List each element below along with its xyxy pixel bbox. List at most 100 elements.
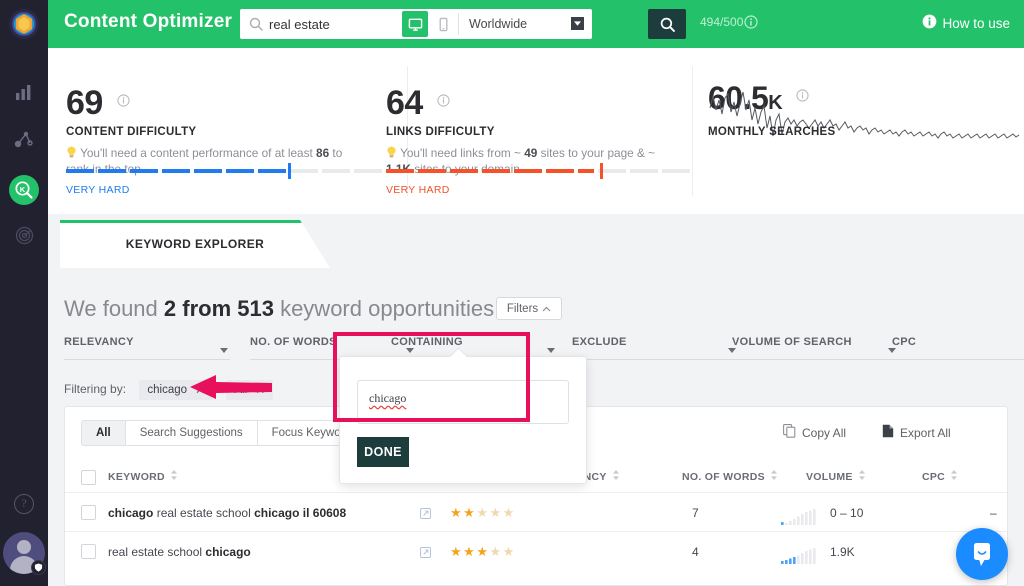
- sort-icon[interactable]: [950, 470, 958, 483]
- shield-icon: [31, 560, 46, 575]
- column-label: VOLUME: [806, 470, 853, 483]
- column-keyword[interactable]: KEYWORD: [108, 470, 178, 483]
- column-label: NO. OF WORDS: [682, 470, 765, 483]
- column-cpc[interactable]: CPC: [922, 470, 958, 483]
- filter-label: CONTAINING: [391, 336, 463, 348]
- desktop-icon[interactable]: [402, 11, 428, 37]
- tab-content-assistant[interactable]: Content Assistant: [578, 220, 846, 268]
- done-button[interactable]: DONE: [357, 437, 409, 467]
- search-button[interactable]: [648, 9, 686, 39]
- help-icon[interactable]: ?: [14, 494, 34, 514]
- select-all-checkbox[interactable]: [81, 470, 96, 485]
- file-export-icon: [882, 424, 894, 441]
- checkbox-icon[interactable]: [81, 505, 96, 520]
- column-label: KEYWORD: [108, 470, 165, 483]
- column-label: CPC: [922, 470, 946, 483]
- results-heading: We found 2 from 513 keyword opportunitie…: [64, 296, 494, 322]
- sidebar-item-keyword-tool[interactable]: K: [0, 166, 48, 214]
- filters-button[interactable]: Filters: [496, 297, 562, 320]
- info-icon[interactable]: [437, 78, 450, 107]
- info-icon[interactable]: [744, 15, 758, 29]
- search-icon: [660, 17, 675, 32]
- filters-label: Filters: [506, 302, 539, 315]
- row-words: 4: [692, 545, 699, 559]
- row-words: 7: [692, 506, 699, 520]
- filter-cpc[interactable]: CPC: [892, 334, 1024, 360]
- sort-icon[interactable]: [170, 470, 178, 483]
- sort-icon[interactable]: [858, 470, 866, 483]
- filter-label: NO. OF WORDS: [250, 336, 337, 348]
- info-icon: [922, 14, 937, 32]
- table-row[interactable]: real estate school chicago ★★★★★ 4 1.9K: [65, 532, 1007, 571]
- app-title: Content Optimizer: [64, 11, 233, 32]
- sidebar-item-link-graph[interactable]: [0, 118, 48, 166]
- mobile-icon[interactable]: [430, 11, 456, 37]
- divider: [692, 66, 693, 196]
- difficulty-bar: [66, 163, 382, 179]
- metric-monthly-searches: 60.5K MONTHLY SEARCHES: [708, 48, 1024, 214]
- tab-label: Content Assistant: [663, 237, 761, 251]
- quota-counter: 494/500: [700, 15, 744, 29]
- app-logo-icon[interactable]: [8, 8, 40, 40]
- containing-input[interactable]: chicago: [357, 380, 569, 424]
- export-all-button[interactable]: Export All: [882, 424, 951, 441]
- location-select[interactable]: Worldwide: [459, 9, 592, 39]
- subtab-all[interactable]: All: [81, 420, 125, 446]
- column-no-of-words[interactable]: NO. OF WORDS: [682, 470, 778, 483]
- keyword-magnifier-icon: K: [9, 175, 39, 205]
- row-keyword: chicago real estate school chicago il 60…: [108, 506, 347, 520]
- table-row[interactable]: chicago real estate school chicago il 60…: [65, 493, 1007, 532]
- row-keyword: real estate school chicago: [108, 545, 251, 559]
- checkbox-icon[interactable]: [81, 544, 96, 559]
- metric-desc-pre: You'll need links from ~: [400, 146, 525, 160]
- tab-label: Ranking Analysis: [396, 237, 492, 251]
- filter-label: RELEVANCY: [64, 336, 134, 348]
- chip-label: chicago: [147, 384, 188, 396]
- sort-icon[interactable]: [612, 470, 620, 483]
- bar-spark-icon: [781, 509, 817, 530]
- left-sidebar: K ?: [0, 0, 48, 586]
- sidebar-item-rank-tracker[interactable]: [0, 214, 48, 262]
- sidebar-item-analytics[interactable]: [0, 70, 48, 118]
- difficulty-rating: VERY HARD: [66, 184, 130, 196]
- metric-links-difficulty: 64 LINKS DIFFICULTY You'll need links fr…: [386, 48, 706, 214]
- chat-bubble-icon[interactable]: [956, 528, 1008, 580]
- copy-all-button[interactable]: Copy All: [783, 424, 846, 441]
- tab-ranking-analysis[interactable]: Ranking Analysis: [310, 220, 578, 268]
- how-to-use-link[interactable]: How to use: [922, 14, 1010, 32]
- subtab-label: All: [96, 427, 111, 439]
- tab-keyword-explorer[interactable]: KEYWORD EXPLORER: [60, 220, 330, 268]
- avatar-head: [17, 540, 31, 554]
- info-icon[interactable]: [117, 78, 130, 107]
- difficulty-bar: [386, 163, 690, 179]
- found-count: 2 from 513: [163, 296, 274, 321]
- containing-input-value: chicago: [369, 391, 407, 405]
- bar-chart-icon: [15, 83, 33, 106]
- checkbox-icon[interactable]: [81, 470, 96, 485]
- metric-label: CONTENT DIFFICULTY: [66, 126, 197, 138]
- bar-spark-icon: [781, 548, 817, 569]
- metric-desc-bold: 49: [524, 146, 538, 160]
- column-volume[interactable]: VOLUME: [806, 470, 866, 483]
- search-bar: Worldwide: [240, 9, 592, 39]
- row-volume: 1.9K: [830, 545, 855, 559]
- target-radar-icon: [15, 226, 34, 250]
- containing-filter-dropdown: chicago DONE: [339, 347, 587, 484]
- metric-label: MONTHLY SEARCHES: [708, 126, 836, 138]
- external-link-icon[interactable]: [420, 545, 431, 563]
- filter-relevancy[interactable]: RELEVANCY: [64, 334, 230, 360]
- filter-volume-of-search[interactable]: VOLUME OF SEARCH: [732, 334, 898, 360]
- search-input[interactable]: [269, 16, 402, 32]
- subtab-search-suggestions[interactable]: Search Suggestions: [124, 420, 257, 446]
- main-tabs: KEYWORD EXPLORER Ranking Analysis Conten…: [60, 220, 860, 268]
- sort-icon[interactable]: [770, 470, 778, 483]
- found-post: keyword opportunities: [273, 296, 495, 321]
- external-link-icon[interactable]: [420, 506, 431, 524]
- metric-desc-bold: 86: [316, 146, 330, 160]
- filter-exclude[interactable]: EXCLUDE: [572, 334, 738, 360]
- caret-down-icon: [220, 340, 228, 358]
- info-icon[interactable]: [796, 73, 809, 102]
- metrics-strip: 69 CONTENT DIFFICULTY You'll need a cont…: [48, 48, 1024, 214]
- row-cpc: –: [990, 506, 997, 520]
- metric-number: 69: [66, 84, 103, 122]
